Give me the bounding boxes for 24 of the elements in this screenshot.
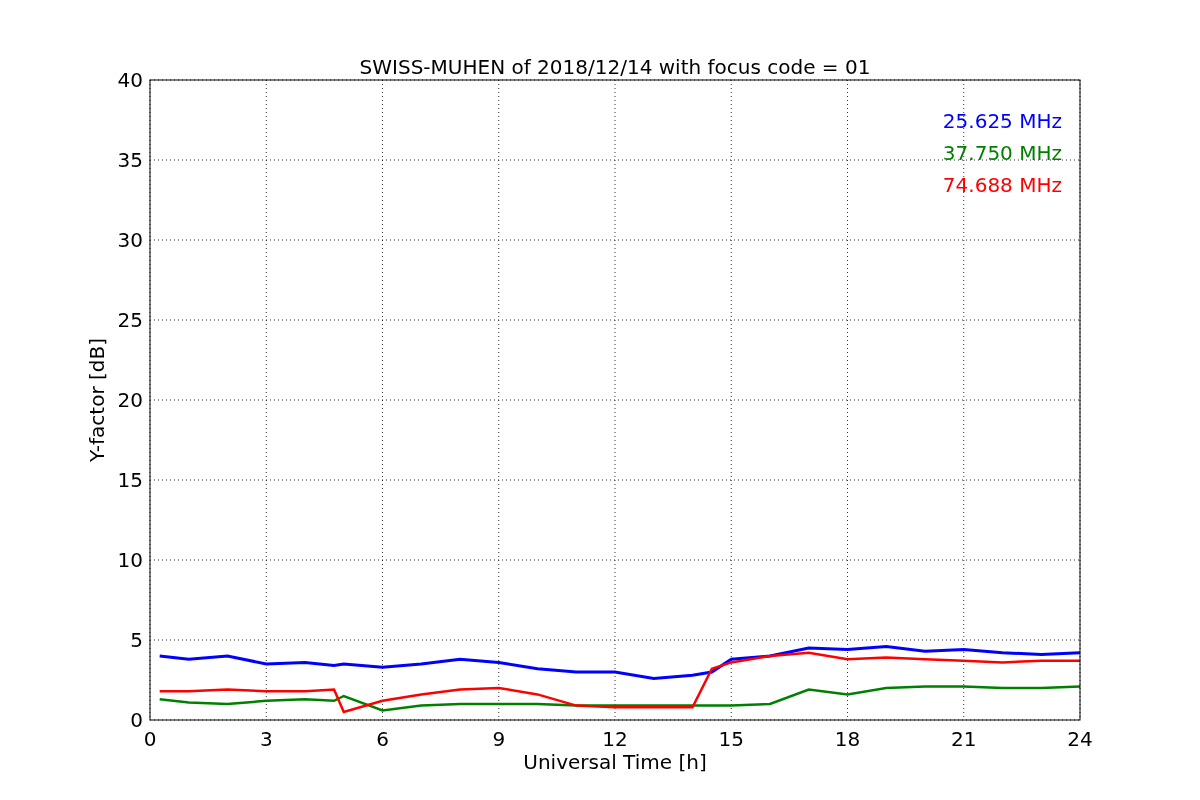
x-axis-label: Universal Time [h] (523, 750, 707, 774)
tick-label: 0 (130, 708, 143, 732)
tick-label: 40 (117, 68, 143, 92)
tick-label: 5 (130, 628, 143, 652)
legend-label: 37.750 MHz (942, 141, 1062, 165)
tick-label: 18 (834, 727, 861, 751)
tick-label: 24 (1067, 727, 1093, 751)
chart-title: SWISS-MUHEN of 2018/12/14 with focus code = 01 (359, 55, 871, 79)
legend-label: 74.688 MHz (942, 173, 1062, 197)
tick-label: 15 (718, 727, 744, 751)
tick-label: 25 (117, 308, 143, 332)
legend-label: 25.625 MHz (942, 109, 1062, 133)
tick-label: 9 (492, 727, 506, 751)
tick-label: 35 (117, 148, 143, 172)
tick-label: 20 (117, 388, 143, 412)
tick-label: 21 (951, 727, 977, 751)
tick-label: 6 (376, 727, 389, 751)
tick-label: 10 (117, 548, 143, 572)
tick-label: 3 (259, 727, 273, 751)
tick-label: 0 (143, 727, 157, 751)
tick-label: 15 (117, 468, 143, 492)
tick-label: 30 (117, 228, 143, 252)
y-axis-label: Y-factor [dB] (85, 338, 109, 462)
tick-label: 12 (602, 727, 628, 751)
